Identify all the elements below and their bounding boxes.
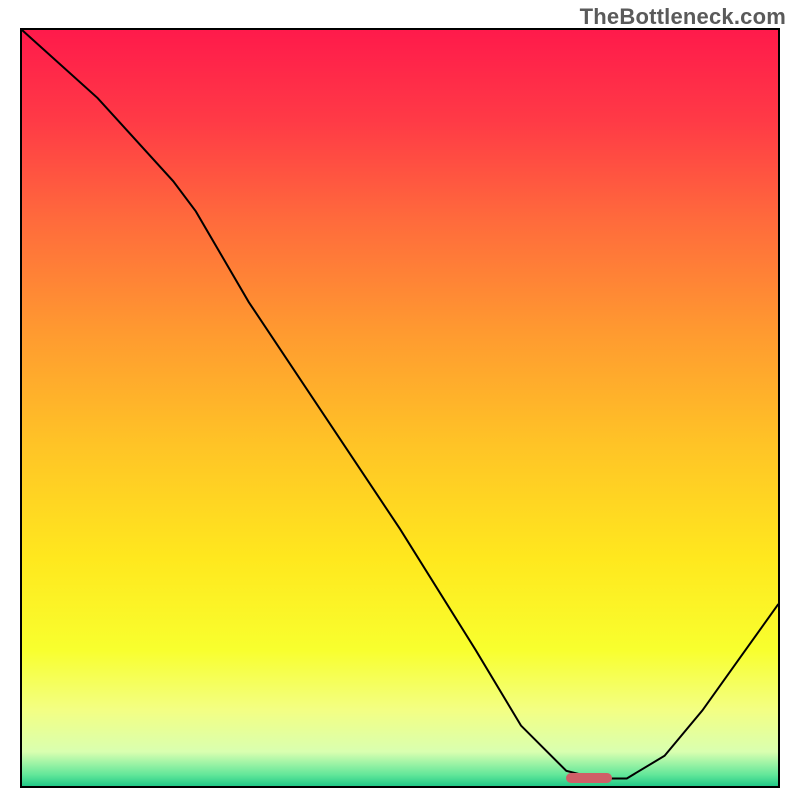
bottleneck-curve [22,30,778,786]
optimal-range-marker [566,773,611,783]
stage: TheBottleneck.com [0,0,800,800]
chart-plot-area [20,28,780,788]
watermark-text: TheBottleneck.com [580,4,786,30]
